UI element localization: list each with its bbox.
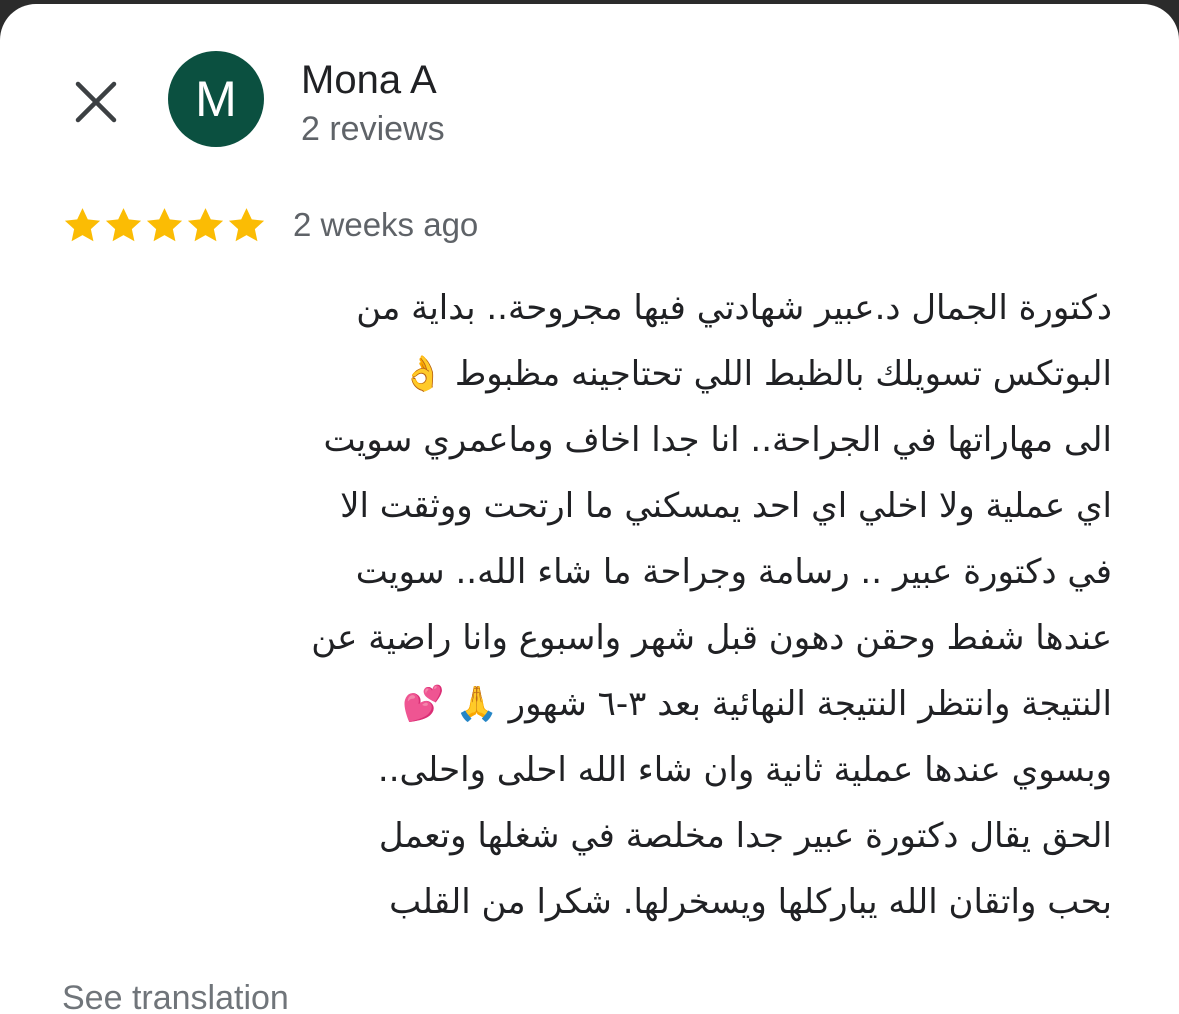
star-icon [187, 207, 224, 241]
close-button[interactable] [66, 72, 126, 132]
review-text-line: اي عملية ولا اخلي اي احد يمسكني ما ارتحت… [340, 486, 1112, 526]
review-text-line: الحق يقال دكتورة عبير جدا مخلصة في شغلها… [378, 816, 1112, 856]
star-icon [146, 207, 183, 241]
avatar[interactable]: M [168, 51, 264, 147]
reviewer-name[interactable]: Mona A [301, 56, 437, 104]
close-icon [75, 81, 117, 123]
star-icon [228, 207, 265, 241]
star-icon [64, 207, 101, 241]
review-count: 2 reviews [301, 110, 445, 148]
avatar-initial: M [195, 71, 237, 127]
review-text-line: دكتورة الجمال د.عبير شهادتي فيها مجروحة.… [356, 288, 1112, 328]
star-icon [105, 207, 142, 241]
review-text-line: النتيجة وانتظر النتيجة النهائية بعد ٣-٦ … [402, 684, 1112, 724]
review-time: 2 weeks ago [293, 206, 479, 243]
rating-row: 2 weeks ago [62, 200, 478, 250]
review-sheet: M Mona A 2 reviews 2 weeks ago دكتورة ال… [0, 4, 1179, 1014]
review-text-line: بحب واتقان الله يباركلها ويسخرلها. شكرا … [389, 882, 1112, 922]
review-text-line: وبسوي عندها عملية ثانية وان شاء الله احل… [377, 750, 1112, 790]
review-text-line: عندها شفط وحقن دهون قبل شهر واسبوع وانا … [311, 618, 1112, 658]
review-text: دكتورة الجمال د.عبير شهادتي فيها مجروحة.… [62, 275, 1112, 935]
star-rating [62, 205, 267, 246]
review-text-line: في دكتورة عبير .. رسامة وجراحة ما شاء ال… [355, 552, 1112, 592]
see-translation-button[interactable]: See translation [62, 976, 289, 1014]
review-text-line: البوتكس تسويلك بالظبط اللي تحتاجينه مظبو… [401, 354, 1112, 394]
review-text-line: الى مهاراتها في الجراحة.. انا جدا اخاف و… [323, 420, 1112, 460]
